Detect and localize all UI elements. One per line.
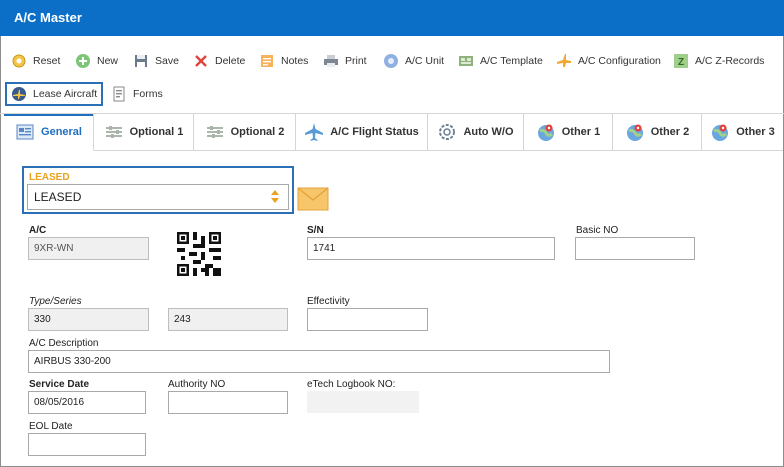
type-series-label: Type/Series <box>29 296 82 307</box>
add-icon <box>75 53 91 69</box>
z-records-icon: Z <box>673 53 689 69</box>
ac-description-field[interactable]: AIRBUS 330-200 <box>28 350 610 373</box>
reset-button[interactable]: Reset <box>11 51 60 71</box>
series-field[interactable]: 243 <box>168 308 288 331</box>
tab-ac-flight-status-label: A/C Flight Status <box>330 126 419 138</box>
ac-z-records-button[interactable]: Z A/C Z-Records <box>673 51 764 71</box>
new-button[interactable]: New <box>75 51 118 71</box>
forms-icon <box>111 86 127 102</box>
ac-description-label: A/C Description <box>29 338 99 349</box>
gear-icon <box>383 53 399 69</box>
tab-ac-flight-status[interactable]: A/C Flight Status <box>296 114 428 151</box>
template-icon <box>458 53 474 69</box>
print-label: Print <box>345 55 367 67</box>
globe-pin-icon <box>536 122 556 142</box>
select-arrows-icon <box>270 190 280 204</box>
title-bar: A/C Master <box>0 0 784 36</box>
lease-aircraft-label: Lease Aircraft <box>33 88 98 100</box>
ac-configuration-button[interactable]: A/C Configuration <box>556 51 661 71</box>
tab-auto-wo[interactable]: Auto W/O <box>428 114 524 151</box>
service-date-value: 08/05/2016 <box>34 397 85 408</box>
type-field[interactable]: 330 <box>28 308 149 331</box>
forms-label: Forms <box>133 88 163 100</box>
tab-optional-1[interactable]: Optional 1 <box>94 114 194 151</box>
printer-icon <box>323 53 339 69</box>
delete-label: Delete <box>215 55 246 67</box>
close-icon <box>193 53 209 69</box>
print-button[interactable]: Print <box>323 51 367 71</box>
tab-other-2[interactable]: Other 2 <box>613 114 702 151</box>
sliders-icon <box>205 122 225 142</box>
effectivity-field[interactable] <box>307 308 428 331</box>
ac-value: 9XR-WN <box>34 243 74 254</box>
ac-template-label: A/C Template <box>480 55 543 67</box>
ac-z-records-label: A/C Z-Records <box>695 55 765 67</box>
service-date-field[interactable]: 08/05/2016 <box>28 391 146 414</box>
airplane-icon <box>304 122 324 142</box>
save-button[interactable]: Save <box>133 51 179 71</box>
authority-no-field[interactable] <box>168 391 288 414</box>
tab-other-2-label: Other 2 <box>650 126 690 138</box>
cog-icon <box>437 122 457 142</box>
etech-logbook-label: eTech Logbook NO: <box>307 379 396 390</box>
basic-no-label: Basic NO <box>576 225 619 236</box>
envelope-icon[interactable] <box>297 187 329 211</box>
basic-no-field[interactable] <box>575 237 695 260</box>
series-value: 243 <box>174 314 191 325</box>
tab-other-1[interactable]: Other 1 <box>524 114 613 151</box>
etech-logbook-field <box>307 391 419 413</box>
sn-label: S/N <box>307 225 324 236</box>
effectivity-label: Effectivity <box>307 296 350 307</box>
reset-label: Reset <box>33 55 61 67</box>
ac-label: A/C <box>29 225 47 236</box>
tab-optional-2[interactable]: Optional 2 <box>194 114 296 151</box>
service-date-label: Service Date <box>29 379 90 390</box>
tab-auto-wo-label: Auto W/O <box>463 126 514 138</box>
airplane-config-icon <box>556 53 572 69</box>
tab-general-label: General <box>41 126 82 138</box>
ac-description-value: AIRBUS 330-200 <box>34 356 111 367</box>
notes-label: Notes <box>281 55 309 67</box>
reset-icon <box>11 53 27 69</box>
sn-field[interactable]: 1741 <box>307 237 555 260</box>
note-icon <box>259 53 275 69</box>
tab-optional-1-label: Optional 1 <box>129 126 184 138</box>
globe-pin-icon <box>710 122 730 142</box>
lease-aircraft-button[interactable]: Lease Aircraft <box>11 84 97 104</box>
notes-button[interactable]: Notes <box>259 51 308 71</box>
type-value: 330 <box>34 314 51 325</box>
save-label: Save <box>155 55 179 67</box>
new-label: New <box>97 55 119 67</box>
sn-value: 1741 <box>313 243 336 254</box>
authority-no-label: Authority NO <box>168 379 226 390</box>
leased-select-value: LEASED <box>34 190 82 204</box>
leased-select[interactable]: LEASED <box>27 184 289 210</box>
airplane-lease-icon <box>11 86 27 102</box>
tab-optional-2-label: Optional 2 <box>230 126 285 138</box>
eol-date-label: EOL Date <box>29 421 73 432</box>
tab-other-1-label: Other 1 <box>561 126 601 138</box>
globe-pin-icon <box>625 122 645 142</box>
floppy-icon <box>133 53 149 69</box>
leased-label: LEASED <box>29 172 70 183</box>
delete-button[interactable]: Delete <box>193 51 245 71</box>
ac-template-button[interactable]: A/C Template <box>458 51 543 71</box>
form-icon <box>15 122 35 142</box>
sliders-icon <box>104 122 124 142</box>
tab-other-3[interactable]: Other 3 <box>702 114 783 151</box>
ac-configuration-label: A/C Configuration <box>578 55 661 67</box>
forms-button[interactable]: Forms <box>111 84 163 104</box>
tab-general[interactable]: General <box>4 114 94 151</box>
qr-code-icon <box>177 232 221 276</box>
window-title: A/C Master <box>14 10 82 25</box>
ac-unit-button[interactable]: A/C Unit <box>383 51 444 71</box>
ac-unit-label: A/C Unit <box>405 55 445 67</box>
ac-field[interactable]: 9XR-WN <box>28 237 149 260</box>
svg-text:Z: Z <box>678 57 684 68</box>
tab-other-3-label: Other 3 <box>736 126 775 138</box>
eol-date-field[interactable] <box>28 433 146 456</box>
